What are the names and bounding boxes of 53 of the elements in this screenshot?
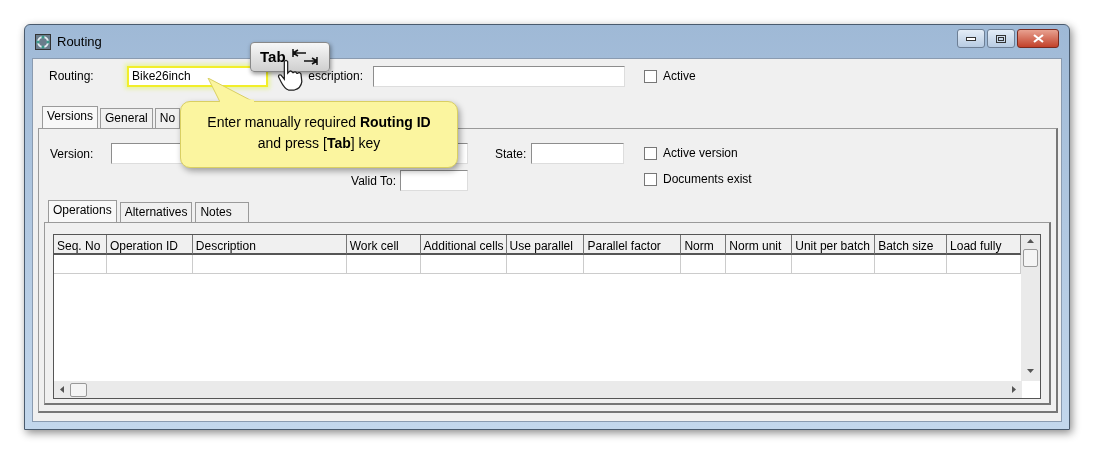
column-header[interactable]: Description bbox=[192, 235, 347, 255]
field-label: Version: bbox=[50, 145, 95, 163]
horizontal-scrollbar[interactable] bbox=[54, 381, 1022, 398]
window-title: Routing bbox=[57, 32, 102, 51]
column-header[interactable]: Operation ID bbox=[106, 235, 193, 255]
column-header[interactable]: Norm bbox=[681, 235, 727, 255]
table-cell bbox=[681, 255, 727, 274]
column-header[interactable]: Parallel factor bbox=[584, 235, 682, 255]
checkbox[interactable] bbox=[644, 172, 657, 186]
tab[interactable]: Versions bbox=[42, 106, 99, 128]
field-label: Routing: bbox=[49, 68, 95, 85]
column-header[interactable]: Batch size bbox=[875, 235, 948, 255]
checkbox-label: Active version bbox=[663, 145, 738, 162]
app-icon bbox=[35, 33, 51, 50]
scroll-thumb[interactable] bbox=[1023, 249, 1038, 267]
vertical-scrollbar[interactable] bbox=[1021, 235, 1040, 381]
field-label: escription: bbox=[308, 68, 363, 85]
column-header[interactable]: Unit per batch bbox=[792, 235, 876, 255]
table-cell bbox=[54, 255, 107, 274]
minimize-icon bbox=[966, 36, 976, 41]
column-header[interactable]: Load fully bbox=[947, 235, 1021, 255]
tab[interactable]: No bbox=[154, 108, 181, 128]
scroll-right-icon[interactable] bbox=[1012, 386, 1016, 393]
checkbox-label: Active bbox=[663, 68, 696, 85]
scroll-thumb[interactable] bbox=[70, 382, 87, 397]
key-label: Tab bbox=[260, 46, 286, 67]
checkbox[interactable] bbox=[644, 69, 657, 83]
description-input-field[interactable] bbox=[373, 65, 625, 87]
checkbox[interactable] bbox=[644, 146, 657, 160]
close-icon bbox=[1032, 34, 1044, 43]
tab[interactable]: Operations bbox=[48, 200, 117, 222]
field-label: State: bbox=[495, 145, 528, 163]
column-header[interactable]: Norm unit bbox=[726, 235, 793, 255]
restore-icon bbox=[996, 34, 1006, 43]
column-header[interactable]: Use parallel bbox=[506, 235, 585, 255]
field-label: Valid To: bbox=[351, 172, 396, 190]
restore-button[interactable] bbox=[987, 29, 1015, 48]
state-input-field[interactable] bbox=[531, 143, 624, 164]
scroll-left-icon[interactable] bbox=[60, 386, 64, 393]
scroll-up-icon[interactable] bbox=[1027, 239, 1034, 243]
table-cell bbox=[726, 255, 793, 274]
column-header[interactable]: Seq. No bbox=[54, 235, 107, 255]
scroll-down-icon[interactable] bbox=[1027, 369, 1034, 373]
column-header[interactable]: Additional cells bbox=[420, 235, 507, 255]
minimize-button[interactable] bbox=[957, 29, 985, 48]
column-header[interactable]: Work cell bbox=[346, 235, 421, 255]
tab-arrows-icon bbox=[291, 47, 318, 67]
tab[interactable]: Notes bbox=[195, 202, 249, 222]
close-button[interactable] bbox=[1017, 29, 1059, 48]
tab[interactable]: Alternatives bbox=[119, 202, 193, 222]
checkbox-label: Documents exist bbox=[663, 171, 752, 188]
valid-to-input-field[interactable] bbox=[400, 170, 468, 191]
tab[interactable]: General bbox=[100, 108, 153, 128]
